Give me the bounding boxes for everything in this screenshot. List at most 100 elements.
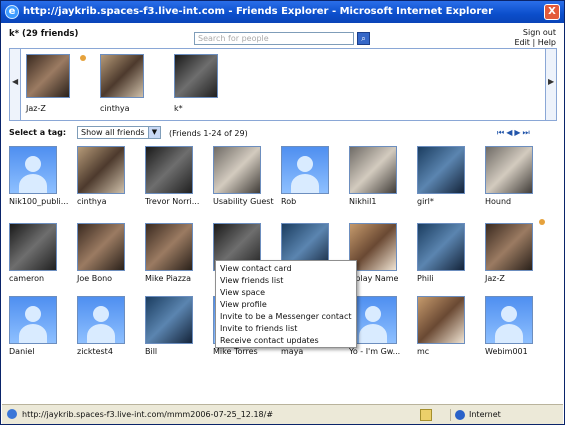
friend-name[interactable]: Hound bbox=[485, 197, 553, 206]
friend-card[interactable]: Nikhil1 bbox=[349, 146, 417, 206]
friend-card[interactable]: isplay Name bbox=[349, 223, 417, 283]
friend-name[interactable]: zicktest4 bbox=[77, 347, 145, 356]
window-title: http://jaykrib.spaces-f3.live-int.com - … bbox=[23, 6, 493, 17]
menu-item-view-space[interactable]: View space bbox=[216, 287, 356, 299]
friend-card[interactable]: Daniel bbox=[9, 296, 77, 356]
ie-icon: e bbox=[5, 5, 19, 19]
carousel-friend[interactable]: k* bbox=[174, 54, 224, 113]
friend-photo[interactable] bbox=[77, 296, 125, 344]
friend-photo[interactable] bbox=[77, 223, 125, 271]
pager-controls[interactable]: ⏮◀▶⏭ bbox=[497, 128, 532, 138]
friend-photo[interactable] bbox=[485, 296, 533, 344]
friend-card[interactable]: cameron bbox=[9, 223, 77, 283]
friend-name[interactable]: Webim001 bbox=[485, 347, 553, 356]
friend-photo[interactable] bbox=[145, 223, 193, 271]
friend-card[interactable]: Webim001 bbox=[485, 296, 553, 356]
friend-photo[interactable] bbox=[77, 146, 125, 194]
carousel-prev-button[interactable]: ◀ bbox=[10, 49, 21, 120]
friend-card[interactable]: girl* bbox=[417, 146, 485, 206]
menu-item-receive-updates[interactable]: Receive contact updates bbox=[216, 335, 356, 347]
title-bar: e http://jaykrib.spaces-f3.live-int.com … bbox=[1, 1, 564, 23]
friend-card[interactable]: Yo - I'm Gw... bbox=[349, 296, 417, 356]
friend-name[interactable]: maya bbox=[281, 347, 349, 356]
friend-photo[interactable] bbox=[145, 146, 193, 194]
friend-photo[interactable] bbox=[9, 223, 57, 271]
friend-photo[interactable] bbox=[417, 296, 465, 344]
friend-name[interactable]: Phili bbox=[417, 274, 485, 283]
friend-name[interactable]: girl* bbox=[417, 197, 485, 206]
friend-name[interactable]: Bill bbox=[145, 347, 213, 356]
friend-photo[interactable] bbox=[9, 296, 57, 344]
friend-name[interactable]: mc bbox=[417, 347, 485, 356]
chevron-down-icon[interactable]: ▼ bbox=[148, 127, 160, 138]
friend-photo[interactable] bbox=[174, 54, 218, 98]
help-link[interactable]: Help bbox=[538, 38, 556, 47]
friend-photo[interactable] bbox=[417, 223, 465, 271]
carousel-friend[interactable]: Jaz-Z bbox=[26, 54, 76, 113]
recent-friends-carousel: ◀ Jaz-Z cinthya k* ▶ bbox=[9, 48, 557, 121]
carousel-friend[interactable]: cinthya bbox=[100, 54, 150, 113]
friend-card[interactable]: Joe Bono bbox=[77, 223, 145, 283]
friend-name[interactable]: cinthya bbox=[100, 104, 150, 113]
friend-card[interactable]: Hound bbox=[485, 146, 553, 206]
friend-name[interactable]: cinthya bbox=[77, 197, 145, 206]
friend-photo[interactable] bbox=[485, 223, 533, 271]
page-icon bbox=[7, 409, 17, 419]
zone-indicator: Internet bbox=[450, 409, 560, 421]
carousel-next-button[interactable]: ▶ bbox=[545, 49, 556, 120]
friend-name[interactable]: Jaz-Z bbox=[26, 104, 76, 113]
friend-card[interactable]: Phili bbox=[417, 223, 485, 283]
friend-photo[interactable] bbox=[213, 146, 261, 194]
security-icon bbox=[420, 409, 432, 421]
friend-photo[interactable] bbox=[281, 146, 329, 194]
friend-card[interactable]: Jaz-Z bbox=[485, 223, 553, 283]
menu-item-invite-friends[interactable]: Invite to friends list bbox=[216, 323, 356, 335]
tag-select[interactable]: Show all friends ▼ bbox=[77, 126, 161, 139]
friend-card[interactable]: cinthya bbox=[77, 146, 145, 206]
friend-card[interactable]: Mike Piazza bbox=[145, 223, 213, 283]
friends-title: k* (29 friends) bbox=[9, 29, 79, 39]
friend-name[interactable]: Daniel bbox=[9, 347, 77, 356]
friend-photo[interactable] bbox=[349, 146, 397, 194]
friend-name[interactable]: cameron bbox=[9, 274, 77, 283]
friend-card[interactable]: Usability Guest bbox=[213, 146, 281, 206]
edit-link[interactable]: Edit bbox=[514, 38, 530, 47]
menu-item-invite-messenger[interactable]: Invite to be a Messenger contact bbox=[216, 311, 356, 323]
friend-name[interactable]: Joe Bono bbox=[77, 274, 145, 283]
menu-item-view-contact-card[interactable]: View contact card bbox=[216, 263, 356, 275]
status-url: http://jaykrib.spaces-f3.live-int.com/mm… bbox=[22, 410, 274, 419]
friend-name[interactable]: Mike Piazza bbox=[145, 274, 213, 283]
friend-photo[interactable] bbox=[26, 54, 70, 98]
friend-card[interactable]: Nik100_publi... bbox=[9, 146, 77, 206]
sign-out-link[interactable]: Sign out bbox=[523, 28, 556, 37]
menu-item-view-friends-list[interactable]: View friends list bbox=[216, 275, 356, 287]
friend-card[interactable]: Rob bbox=[281, 146, 349, 206]
friend-name[interactable]: Nikhil1 bbox=[349, 197, 417, 206]
tag-select-value[interactable]: Show all friends bbox=[81, 128, 145, 137]
search-input[interactable]: Search for people bbox=[194, 32, 354, 45]
browser-window: e http://jaykrib.spaces-f3.live-int.com … bbox=[0, 0, 565, 425]
close-button[interactable]: X bbox=[544, 4, 560, 20]
friend-name[interactable]: Trevor Norri... bbox=[145, 197, 213, 206]
friend-photo[interactable] bbox=[100, 54, 144, 98]
online-status-icon bbox=[80, 55, 86, 61]
friend-name[interactable]: k* bbox=[174, 104, 224, 113]
friend-name[interactable]: Yo - I'm Gw... bbox=[349, 347, 417, 356]
friend-name[interactable]: Mike Torres bbox=[213, 347, 281, 356]
friend-name[interactable]: Jaz-Z bbox=[485, 274, 553, 283]
friend-photo[interactable] bbox=[145, 296, 193, 344]
friend-photo[interactable] bbox=[9, 146, 57, 194]
friend-photo[interactable] bbox=[417, 146, 465, 194]
friend-card[interactable]: mc bbox=[417, 296, 485, 356]
search-button[interactable]: ⌕ bbox=[357, 32, 370, 45]
friend-name[interactable]: Nik100_publi... bbox=[9, 197, 77, 206]
friend-card[interactable]: zicktest4 bbox=[77, 296, 145, 356]
menu-item-view-profile[interactable]: View profile bbox=[216, 299, 356, 311]
status-bar: http://jaykrib.spaces-f3.live-int.com/mm… bbox=[2, 404, 563, 424]
friend-photo[interactable] bbox=[485, 146, 533, 194]
friend-name[interactable]: Usability Guest bbox=[213, 197, 281, 206]
friend-name[interactable]: isplay Name bbox=[349, 274, 417, 283]
friend-name[interactable]: Rob bbox=[281, 197, 349, 206]
friend-card[interactable]: Trevor Norri... bbox=[145, 146, 213, 206]
friend-card[interactable]: Bill bbox=[145, 296, 213, 356]
